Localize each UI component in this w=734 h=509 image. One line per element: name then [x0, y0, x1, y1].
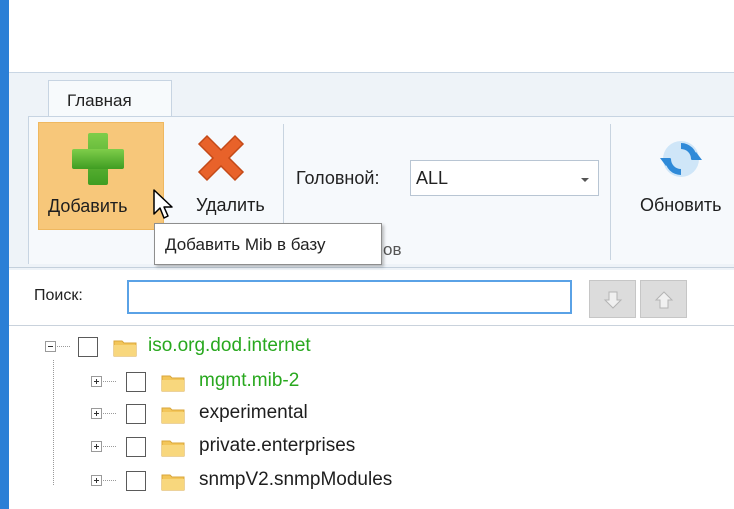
tree-connector [103, 413, 116, 414]
tree-connector [57, 346, 70, 347]
arrow-up-icon [654, 291, 674, 309]
expand-icon[interactable] [91, 441, 102, 452]
tab-main[interactable]: Главная [48, 80, 172, 118]
search-label: Поиск: [34, 287, 83, 304]
ribbon-separator [610, 124, 611, 260]
add-button[interactable]: Добавить [38, 122, 164, 230]
tree-node[interactable]: mgmt.mib-2 [91, 367, 491, 397]
tree-node-root[interactable]: iso.org.dod.internet [45, 332, 445, 362]
expand-icon[interactable] [91, 475, 102, 486]
tree-node-label: experimental [199, 402, 308, 423]
folder-icon [161, 407, 185, 424]
head-select[interactable]: ALL [410, 160, 599, 196]
tree-node-label: snmpV2.snmpModules [199, 469, 393, 490]
tree-checkbox[interactable] [78, 337, 98, 357]
tree-checkbox[interactable] [126, 372, 146, 392]
head-label: Головной: [296, 168, 380, 188]
tree-node[interactable]: private.enterprises [91, 432, 491, 462]
search-input[interactable] [127, 280, 572, 314]
refresh-icon [660, 141, 702, 177]
arrow-down-icon [603, 291, 623, 309]
move-up-button[interactable] [640, 280, 687, 318]
x-icon [197, 134, 245, 182]
refresh-button-label: Обновить [640, 195, 722, 215]
delete-button-label: Удалить [196, 195, 265, 215]
tree-connector [103, 446, 116, 447]
tree-connector [103, 480, 116, 481]
tree-checkbox[interactable] [126, 404, 146, 424]
tree-node-label: mgmt.mib-2 [199, 370, 300, 391]
refresh-button[interactable]: Обновить [628, 122, 734, 230]
mouse-cursor-icon [153, 189, 173, 219]
folder-icon [161, 474, 185, 491]
expand-icon[interactable] [91, 408, 102, 419]
chevron-down-icon [581, 178, 589, 182]
head-select-value: ALL [416, 168, 449, 188]
tree-checkbox[interactable] [126, 437, 146, 457]
folder-icon [161, 440, 185, 457]
add-button-label: Добавить [48, 196, 128, 216]
delete-button[interactable]: Удалить [168, 122, 274, 230]
add-tooltip: Добавить Mib в базу [154, 223, 382, 265]
window-accent-bar [0, 0, 9, 509]
ribbon-group-label: ов [383, 240, 402, 259]
folder-icon [113, 340, 137, 357]
tree-node-label: iso.org.dod.internet [148, 335, 311, 356]
collapse-icon[interactable] [45, 341, 56, 352]
tree-guide-line [53, 360, 54, 485]
plus-icon [72, 133, 124, 185]
folder-icon [161, 375, 185, 392]
tree-checkbox[interactable] [126, 471, 146, 491]
tree-node[interactable]: snmpV2.snmpModules [91, 466, 491, 496]
tree-connector [103, 381, 116, 382]
ribbon-bottom-border [9, 267, 734, 268]
tree-node-label: private.enterprises [199, 435, 356, 456]
expand-icon[interactable] [91, 376, 102, 387]
tree-node[interactable]: experimental [91, 399, 491, 429]
move-down-button[interactable] [589, 280, 636, 318]
